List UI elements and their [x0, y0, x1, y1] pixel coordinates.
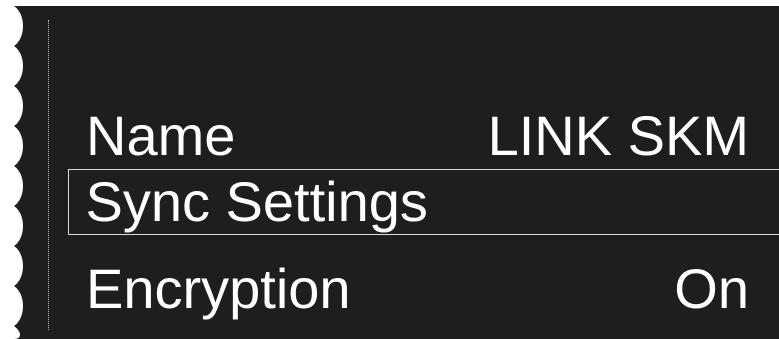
scroll-guide-line [48, 20, 49, 330]
menu-item-value: LINK SKM [487, 104, 749, 167]
menu-item-value: On [674, 257, 749, 320]
menu-item-label: Sync Settings [85, 169, 428, 233]
wavy-edge-decoration [0, 6, 23, 339]
menu-item-encryption[interactable]: Encryption On [68, 256, 779, 322]
menu-item-sync-settings[interactable]: Sync Settings [68, 169, 779, 235]
menu-item-label: Encryption [86, 257, 351, 320]
menu-item-label: Name [86, 104, 236, 167]
menu-item-name[interactable]: Name LINK SKM [68, 103, 779, 169]
display-screen: Name LINK SKM Sync Settings Encryption O… [0, 6, 779, 339]
